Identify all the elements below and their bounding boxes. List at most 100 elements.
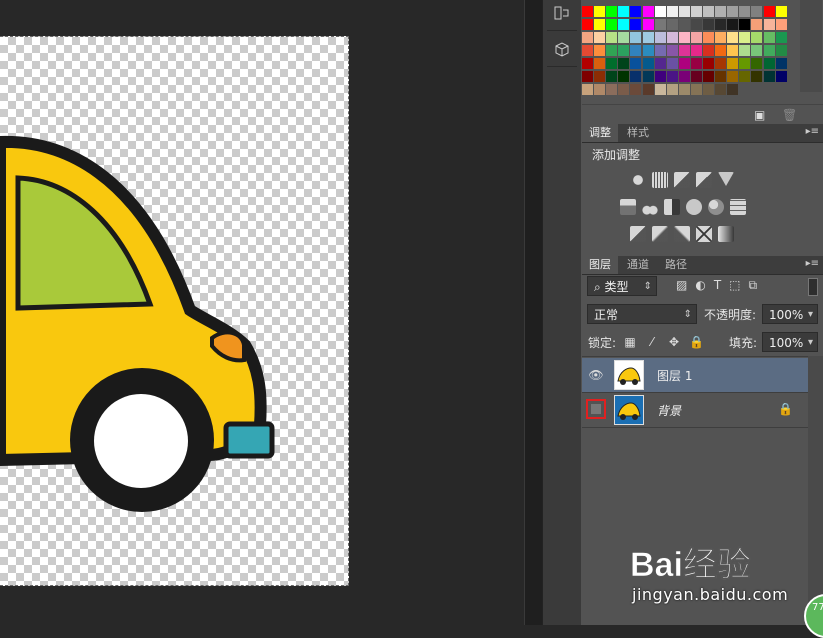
color-swatch[interactable] [582,71,593,82]
color-swatch[interactable] [666,32,678,43]
color-swatch[interactable] [630,19,642,30]
color-swatch[interactable] [666,45,678,56]
color-swatch[interactable] [606,45,618,56]
color-swatch[interactable] [582,58,593,69]
color-swatch[interactable] [594,6,606,17]
color-swatch[interactable] [654,45,666,56]
lock-position-move-icon[interactable]: ✥ [667,335,681,349]
levels-icon[interactable] [652,172,668,188]
color-swatch[interactable] [739,6,751,17]
color-swatch[interactable] [594,84,606,95]
color-swatch[interactable] [606,6,618,17]
color-swatch[interactable] [715,19,727,30]
color-swatch[interactable] [751,6,763,17]
color-swatch[interactable] [751,45,763,56]
color-swatch[interactable] [703,71,714,82]
chevron-down-icon[interactable]: ▾ [808,305,813,325]
color-swatch[interactable] [715,32,727,43]
color-swatch[interactable] [727,58,739,69]
filter-toggle[interactable] [808,278,818,296]
color-swatch[interactable] [582,6,593,17]
curves-icon[interactable] [674,172,690,188]
color-swatch[interactable] [678,71,690,82]
color-swatch[interactable] [606,58,618,69]
tab-adjustments[interactable]: 调整 [582,124,618,142]
color-swatch[interactable] [642,84,654,95]
panel-menu-icon[interactable]: ▸≡ [806,258,819,269]
new-swatch-icon[interactable]: ▣ [754,108,765,122]
color-swatch[interactable] [775,6,787,17]
color-swatch[interactable] [606,32,618,43]
color-swatch[interactable] [775,71,787,82]
color-swatch[interactable] [690,6,702,17]
color-swatch[interactable] [727,71,739,82]
color-swatch[interactable] [739,58,751,69]
gradient-map-icon[interactable] [718,226,734,242]
color-swatch[interactable] [654,71,666,82]
color-swatch[interactable] [727,6,739,17]
smart-object-filter-icon[interactable]: ⧉ [749,278,758,293]
3d-cube-icon[interactable] [549,38,575,60]
layers-scrollbar[interactable] [808,356,823,625]
opacity-input[interactable]: 100% ▾ [762,304,818,324]
image-filter-icon[interactable]: ▨ [676,278,687,293]
color-swatch[interactable] [618,32,630,43]
color-swatch[interactable] [642,32,654,43]
exposure-icon[interactable] [696,172,712,188]
posterize-icon[interactable] [652,226,668,242]
color-swatch[interactable] [678,58,690,69]
color-lookup-icon[interactable] [730,199,746,215]
color-swatch[interactable] [630,58,642,69]
color-swatch[interactable] [606,84,618,95]
color-swatch[interactable] [727,19,739,30]
color-swatch[interactable] [690,58,702,69]
color-swatch[interactable] [678,6,690,17]
color-swatch[interactable] [618,84,630,95]
tab-styles[interactable]: 样式 [620,124,656,142]
color-swatch[interactable] [666,58,678,69]
brightness-contrast-icon[interactable] [630,172,646,188]
layer-row[interactable]: 👁 图层 1 [582,358,808,393]
color-swatch[interactable] [763,19,775,30]
chevron-down-icon[interactable]: ▾ [808,333,813,353]
color-swatch[interactable] [703,45,714,56]
color-swatch[interactable] [606,71,618,82]
color-swatch[interactable] [775,58,787,69]
color-swatch[interactable] [715,71,727,82]
threshold-icon[interactable] [674,226,690,242]
layer-name[interactable]: 背景 [657,402,681,419]
color-swatch[interactable] [715,84,727,95]
color-swatch[interactable] [739,19,751,30]
color-swatch[interactable] [751,32,763,43]
visibility-toggle-highlight[interactable] [586,399,606,419]
color-swatch[interactable] [582,19,593,30]
color-swatch[interactable] [594,58,606,69]
color-swatch[interactable] [739,45,751,56]
color-swatch[interactable] [763,71,775,82]
photo-filter-icon[interactable] [686,199,702,215]
color-swatch[interactable] [642,45,654,56]
color-swatch[interactable] [751,71,763,82]
color-swatch[interactable] [666,71,678,82]
blend-mode-select[interactable]: 正常 ⇕ [587,304,697,324]
color-swatch[interactable] [666,19,678,30]
color-swatch[interactable] [654,6,666,17]
color-swatch[interactable] [618,71,630,82]
black-white-icon[interactable] [664,199,680,215]
color-swatch[interactable] [751,19,763,30]
color-swatch[interactable] [690,84,702,95]
history-icon[interactable] [549,2,575,24]
invert-icon[interactable] [630,226,646,242]
color-swatch[interactable] [594,19,606,30]
color-swatch[interactable] [606,19,618,30]
color-balance-icon[interactable] [642,199,658,215]
color-swatch[interactable] [582,32,593,43]
delete-swatch-icon[interactable]: 🗑 [782,108,797,122]
color-swatch[interactable] [703,84,714,95]
color-swatch[interactable] [678,84,690,95]
layer-row[interactable]: 背景 🔒 [582,393,808,428]
color-swatch[interactable] [703,58,714,69]
layer-name[interactable]: 图层 1 [657,367,692,384]
panel-menu-icon[interactable]: ▸≡ [806,126,819,137]
color-swatch[interactable] [775,45,787,56]
